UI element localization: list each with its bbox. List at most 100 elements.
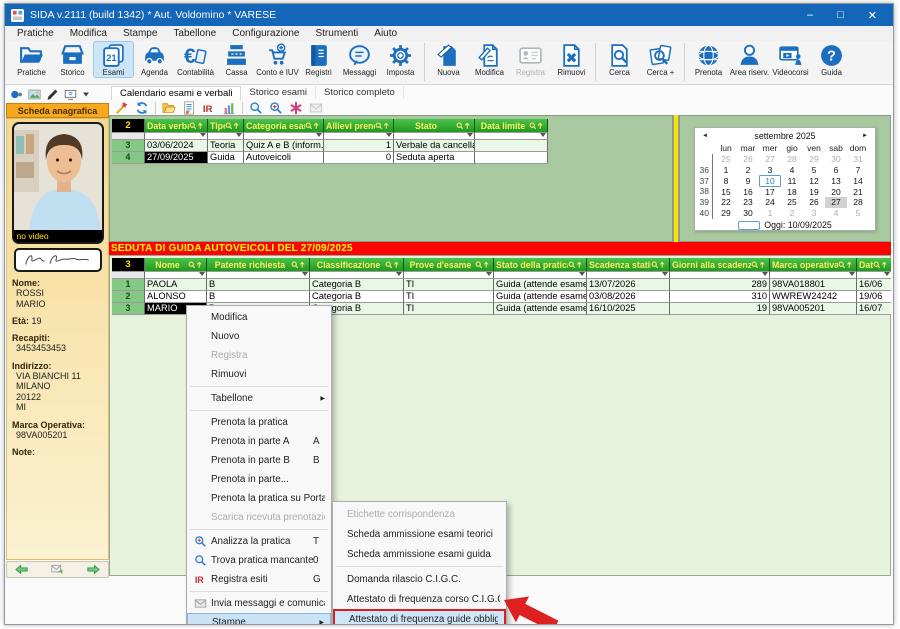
cell[interactable]: Teoria [208, 140, 244, 152]
cell[interactable]: PAOLA [145, 279, 207, 291]
column-header-patente-richiesta[interactable]: Patente richiesta [207, 258, 310, 272]
column-header-data-limite[interactable]: Data limite [475, 119, 548, 133]
filter-giorni-alla-scadenza[interactable] [670, 272, 770, 279]
calendar-day[interactable]: 28 [847, 197, 869, 208]
menu-item-stampe[interactable]: Stampe▶ [187, 613, 331, 624]
submenu-item-domanda-rilascio-c-i-g-c[interactable]: Domanda rilascio C.I.G.C. [333, 569, 506, 589]
filter-dropdown-icon[interactable] [884, 272, 890, 279]
toolbar-conto-e-iuv[interactable]: Conto e IUV [257, 41, 298, 78]
filter-dropdown-icon[interactable] [579, 272, 585, 279]
cell[interactable]: 03/08/2026 [587, 291, 670, 303]
calendar-day[interactable]: 27 [825, 197, 847, 208]
filter-stato-della-pratica[interactable] [494, 272, 587, 279]
calendar-day[interactable]: 20 [825, 187, 847, 198]
cell[interactable]: WWREW24242 [770, 291, 857, 303]
calendar-next-icon[interactable]: ► [858, 133, 872, 139]
screencast-icon[interactable] [64, 88, 77, 101]
toolbar-cerca[interactable]: Cerca [599, 41, 640, 78]
column-header-prove-d-esame[interactable]: Prove d'esame [404, 258, 494, 272]
menu-item-analizza-la-pratica[interactable]: Analizza la praticaT [187, 532, 331, 551]
filter-tipo[interactable] [208, 133, 244, 140]
filter-dropdown-icon[interactable] [236, 133, 242, 140]
cell[interactable]: Guida [208, 152, 244, 164]
calendar-day[interactable]: 19 [803, 187, 825, 198]
sort-filter-icon[interactable] [838, 261, 854, 269]
filter-allievi-prenotati[interactable] [324, 133, 394, 140]
calendar-day[interactable]: 2 [781, 208, 803, 219]
document-icon[interactable] [182, 101, 196, 115]
row-number[interactable]: 3 [112, 140, 145, 152]
filter-dropdown-icon[interactable] [316, 133, 322, 140]
search-icon[interactable] [249, 101, 263, 115]
filter-dropdown-icon[interactable] [486, 272, 492, 279]
calendar-day[interactable]: 28 [781, 154, 803, 165]
calendar-day[interactable]: 9 [737, 176, 759, 187]
cell[interactable]: Verbale da cancellare [394, 140, 475, 152]
toolbar-nuova[interactable]: Nuova [428, 41, 469, 78]
sort-filter-icon[interactable] [291, 261, 307, 269]
menu-item-nuovo[interactable]: Nuovo [187, 327, 331, 346]
calendar-day[interactable]: 5 [847, 208, 869, 219]
calendar-day[interactable]: 31 [847, 154, 869, 165]
filter-categoria-esame[interactable] [244, 133, 324, 140]
calendar-day[interactable]: 14 [847, 176, 869, 187]
calendar-day[interactable]: 4 [781, 165, 803, 176]
filter-data-limite[interactable] [475, 133, 548, 140]
menu-item-registra-esiti[interactable]: IRRegistra esitiG [187, 570, 331, 589]
toolbar-pratiche[interactable]: Pratiche [11, 41, 52, 78]
sort-filter-icon[interactable] [305, 122, 321, 130]
toolbar-contabilit[interactable]: €Contabilità [175, 41, 216, 78]
cell[interactable] [475, 152, 548, 164]
tab-storico-completo[interactable]: Storico completo [316, 86, 404, 99]
caret-down-icon[interactable] [82, 90, 90, 98]
menu-item-trova-pratica-mancante[interactable]: Trova pratica mancante0 [187, 551, 331, 570]
toolbar-guida[interactable]: ?Guida [811, 41, 852, 78]
calendar-day[interactable]: 22 [715, 197, 737, 208]
prev-record-button[interactable] [15, 563, 28, 576]
next-record-button[interactable] [87, 563, 100, 576]
calendar-day[interactable]: 4 [825, 208, 847, 219]
wand-icon[interactable] [115, 101, 129, 115]
row-number[interactable]: 1 [112, 279, 145, 291]
menu-item-prenota-la-pratica[interactable]: Prenota la pratica [187, 413, 331, 432]
cell[interactable]: 16/07 [857, 303, 891, 315]
mail-icon[interactable] [309, 101, 323, 115]
calendar-prev-icon[interactable]: ◄ [698, 133, 712, 139]
tab-storico-esami[interactable]: Storico esami [241, 86, 316, 99]
cell[interactable]: Seduta aperta [394, 152, 475, 164]
menu-item-tabellone[interactable]: Tabellone▶ [187, 389, 331, 408]
cell[interactable]: 98VA018801 [770, 279, 857, 291]
sort-filter-icon[interactable] [475, 261, 491, 269]
submenu-item-scheda-ammissione-esami-guida[interactable]: Scheda ammissione esami guida [333, 544, 506, 564]
column-header-stato-della-pratica[interactable]: Stato della pratica [494, 258, 587, 272]
search-plus-icon[interactable] [269, 101, 283, 115]
toolbar-prenota[interactable]: Prenota [688, 41, 729, 78]
column-header-giorni-alla-scadenza[interactable]: Giorni alla scadenza [670, 258, 770, 272]
toolbar-registri[interactable]: Registri [298, 41, 339, 78]
filter-scadenza-statino[interactable] [587, 272, 670, 279]
column-header-classificazione[interactable]: Classificazione [310, 258, 404, 272]
filter-dropdown-icon[interactable] [762, 272, 768, 279]
menu-item-prenota-la-pratica-su-portale[interactable]: Prenota la pratica su Portale [187, 489, 331, 508]
row-number[interactable]: 4 [112, 152, 145, 164]
menu-aiuto[interactable]: Aiuto [366, 27, 405, 40]
toolbar-videocorsi[interactable]: Videocorsi [770, 41, 811, 78]
column-header-scadenza-statino[interactable]: Scadenza statino [587, 258, 670, 272]
sort-filter-icon[interactable] [651, 261, 667, 269]
sort-filter-icon[interactable] [225, 122, 241, 130]
cell[interactable]: Guida (attende esame) [494, 291, 587, 303]
filter-dropdown-icon[interactable] [662, 272, 668, 279]
calendar-day[interactable]: 16 [737, 187, 759, 198]
menu-tabellone[interactable]: Tabellone [165, 27, 224, 40]
toolbar-agenda[interactable]: Agenda [134, 41, 175, 78]
calendar-day[interactable]: 26 [737, 154, 759, 165]
cell[interactable]: TI [404, 279, 494, 291]
filter-classificazione[interactable] [310, 272, 404, 279]
calendar-day[interactable]: 21 [847, 187, 869, 198]
sort-filter-icon[interactable] [188, 261, 204, 269]
image-icon[interactable] [28, 88, 41, 101]
record-icon[interactable] [10, 88, 23, 101]
close-button[interactable]: ✕ [868, 9, 877, 22]
sort-filter-icon[interactable] [375, 122, 391, 130]
filter-dropdown-icon[interactable] [540, 133, 546, 140]
